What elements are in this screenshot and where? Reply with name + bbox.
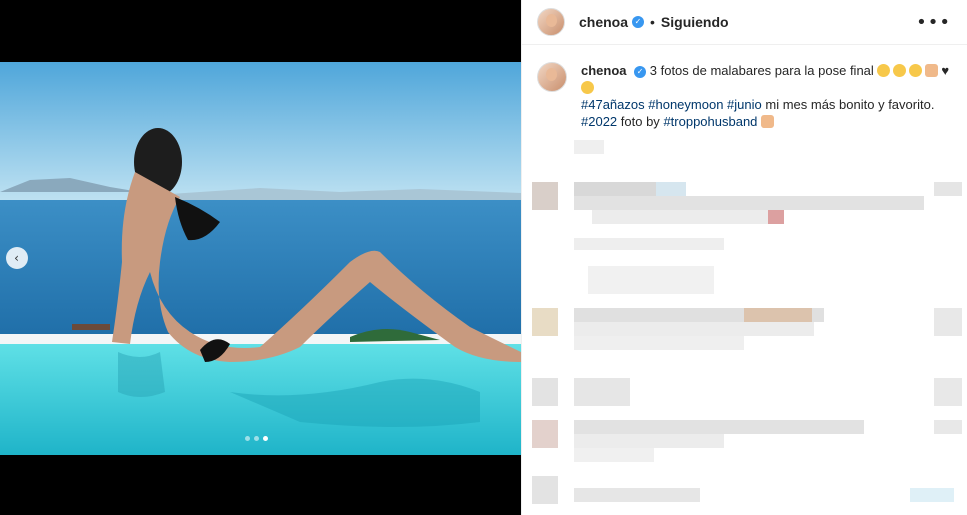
more-options-icon[interactable]: ••• (916, 12, 951, 33)
caption-avatar[interactable] (537, 62, 567, 92)
blurred-block (574, 238, 724, 250)
carousel-dot (245, 436, 250, 441)
caption-username[interactable]: chenoa (581, 63, 627, 78)
laughing-emoji-icon (877, 64, 891, 77)
blurred-like (934, 308, 962, 336)
cheers-emoji-icon (761, 115, 775, 128)
blurred-block (574, 336, 744, 350)
photo-by-text: foto by (620, 114, 660, 129)
pray-emoji-icon (925, 64, 939, 77)
blurred-block (592, 210, 768, 224)
username-link[interactable]: chenoa (579, 14, 628, 30)
post-header: chenoa ✓ • Siguiendo ••• (522, 0, 967, 45)
blurred-block (656, 182, 686, 196)
carousel-dots (245, 436, 268, 441)
blurred-block (574, 140, 604, 154)
blurred-like (934, 182, 962, 196)
blurred-block (574, 420, 864, 434)
blurred-block (574, 448, 654, 462)
chevron-left-icon: ‹ (14, 251, 19, 265)
blurred-avatar (532, 308, 558, 336)
blurred-block (574, 488, 700, 502)
laughing-emoji-icon (909, 64, 923, 77)
hashtag-link[interactable]: #honeymoon (648, 97, 723, 112)
caption-main: 3 fotos de malabares para la pose final (649, 63, 874, 78)
avatar[interactable] (537, 8, 565, 36)
carousel-dot-active (263, 436, 268, 441)
blurred-avatar (532, 420, 558, 448)
blurred-block (768, 210, 784, 224)
hashtag-link[interactable]: #junio (727, 97, 762, 112)
post-caption: chenoa ✓ 3 fotos de malabares para la po… (537, 62, 951, 130)
carousel-prev-button[interactable]: ‹ (6, 247, 28, 269)
separator: • (650, 14, 655, 30)
verified-badge-icon: ✓ (632, 16, 645, 28)
post-photo[interactable] (0, 62, 521, 455)
caption-line2: mi mes más bonito y favorito. (765, 97, 935, 112)
blurred-block (744, 308, 812, 322)
blurred-avatar (532, 182, 558, 210)
heart-eyes-emoji-icon (581, 81, 594, 94)
blurred-avatar (532, 476, 558, 504)
blurred-block (574, 378, 630, 406)
following-button[interactable]: Siguiendo (661, 14, 729, 30)
hashtag-link[interactable]: #2022 (581, 114, 617, 129)
blurred-block (574, 196, 924, 210)
beach-pool-photo (0, 62, 521, 455)
carousel-dot (254, 436, 259, 441)
post-sidebar: chenoa ✓ • Siguiendo ••• chenoa ✓ 3 foto… (521, 0, 967, 515)
verified-badge-icon: ✓ (634, 65, 647, 78)
blurred-block (588, 266, 714, 294)
heart-icon: ♥ (941, 63, 950, 78)
hashtag-link[interactable]: #47añazos (581, 97, 645, 112)
blurred-block (574, 322, 814, 336)
caption-text: chenoa ✓ 3 fotos de malabares para la po… (581, 62, 951, 130)
blurred-like (934, 378, 962, 406)
post-media: ‹ (0, 0, 521, 515)
blurred-block (574, 434, 724, 448)
blurred-like (910, 488, 954, 502)
laughing-emoji-icon (893, 64, 907, 77)
photographer-link[interactable]: #troppohusband (663, 114, 757, 129)
blurred-avatar (532, 378, 558, 406)
blurred-like (934, 420, 962, 434)
